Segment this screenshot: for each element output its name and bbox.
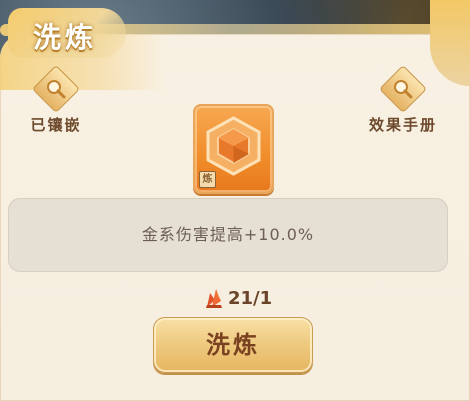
refine-button-label: 洗炼: [206, 331, 260, 359]
effect-description: 金系伤害提高+10.0%: [141, 225, 315, 244]
panel-title: 洗炼: [33, 21, 98, 54]
cost-count: 21/1: [228, 287, 273, 309]
effect-description-box: 金系伤害提高+10.0%: [8, 198, 448, 272]
hexagon-gem-icon: [206, 116, 261, 176]
inlaid-label: 已镶嵌: [30, 116, 82, 134]
magnifier-icon: [31, 64, 81, 114]
refine-tag: 炼: [199, 171, 216, 188]
crystal-shard-icon: [206, 289, 222, 308]
effect-manual-button[interactable]: 效果手册: [363, 64, 443, 135]
refine-cost: 21/1: [204, 287, 272, 309]
magnifier-icon: [378, 64, 428, 114]
effect-manual-label: 效果手册: [368, 116, 437, 134]
refine-button[interactable]: 洗炼: [153, 317, 313, 373]
gem-slot[interactable]: 炼: [193, 104, 274, 194]
inlaid-button[interactable]: 已镶嵌: [21, 64, 91, 135]
